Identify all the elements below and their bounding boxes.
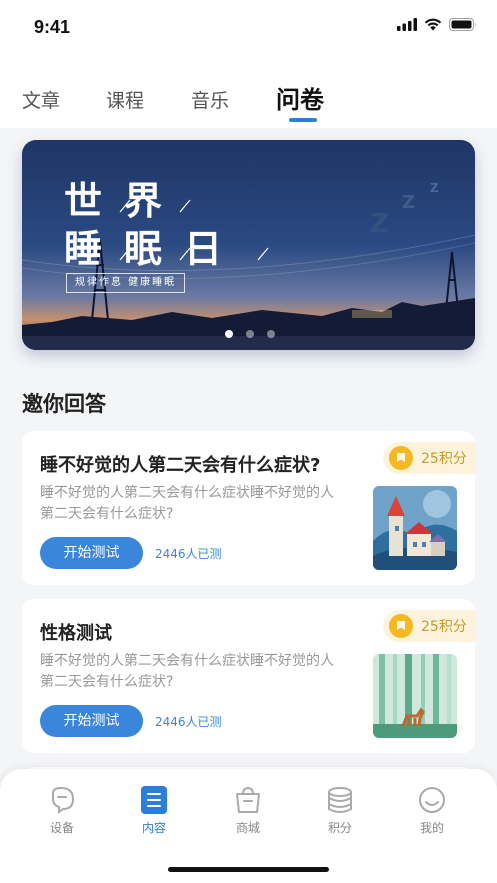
content-tabs: 文章 课程 音乐 问卷	[0, 78, 497, 128]
coin-icon	[389, 446, 413, 470]
svg-text:Z: Z	[430, 181, 439, 195]
active-tab-indicator	[289, 118, 317, 122]
banner-title-line2: 睡眠日	[64, 226, 245, 271]
cellular-signal-icon	[397, 18, 417, 31]
start-test-button[interactable]: 开始测试	[40, 537, 143, 569]
survey-description: 睡不好觉的人第二天会有什么症状睡不好觉的人第二天会有什么症状?	[40, 653, 334, 690]
nav-label: 我的	[419, 821, 444, 835]
tab-questionnaire[interactable]: 问卷	[276, 80, 324, 115]
nav-item-points[interactable]: 积分	[310, 785, 370, 836]
device-icon	[52, 786, 75, 814]
nav-label: 积分	[327, 821, 352, 835]
svg-text:Z: Z	[370, 209, 389, 239]
content-icon	[141, 786, 167, 814]
survey-card[interactable]: 性格测试 25积分 睡不好觉的人第二天会有什么症状睡不好觉的人第二天会有什么症状…	[22, 599, 475, 753]
tab-courses[interactable]: 课程	[106, 86, 144, 113]
participant-count: 2446人已测	[155, 715, 222, 729]
shop-icon	[236, 786, 260, 813]
town-illustration-icon	[373, 486, 457, 570]
battery-icon	[449, 18, 476, 31]
status-time: 9:41	[34, 17, 71, 37]
points-badge: 25积分	[383, 610, 475, 642]
survey-title: 睡不好觉的人第二天会有什么症状?	[40, 455, 321, 476]
start-test-button[interactable]: 开始测试	[40, 705, 143, 737]
nav-item-device[interactable]: 设备	[32, 785, 92, 836]
nav-label: 内容	[141, 821, 166, 835]
banner-subtitle: 规律作息 健康睡眠	[66, 273, 186, 293]
carousel-dot[interactable]	[246, 330, 254, 338]
bottom-nav: 设备 内容 商城 积分 我的	[0, 769, 497, 883]
carousel-dot[interactable]	[267, 330, 275, 338]
profile-icon	[419, 787, 445, 813]
points-value: 25积分	[421, 619, 467, 635]
points-value: 25积分	[421, 451, 467, 467]
tab-articles[interactable]: 文章	[22, 86, 60, 113]
banner-carousel[interactable]: Z Z Z 世界 睡眠日 规律作息 健康睡眠	[22, 140, 475, 350]
nav-item-content[interactable]: 内容	[124, 785, 184, 836]
tab-music[interactable]: 音乐	[191, 86, 229, 113]
participant-count: 2446人已测	[155, 547, 222, 561]
wifi-icon	[424, 18, 442, 31]
status-bar: 9:41	[0, 0, 497, 56]
carousel-dot[interactable]	[225, 330, 233, 338]
home-indicator[interactable]	[168, 867, 329, 872]
points-icon	[328, 787, 352, 813]
coin-icon	[389, 614, 413, 638]
banner-title-line1: 世界	[64, 178, 185, 223]
points-badge: 25积分	[383, 442, 475, 474]
svg-text:Z: Z	[402, 192, 415, 213]
survey-title: 性格测试	[40, 623, 112, 644]
status-icons	[397, 18, 477, 31]
nav-label: 商城	[235, 821, 260, 835]
section-title: 邀你回答	[22, 392, 106, 416]
survey-card[interactable]: 睡不好觉的人第二天会有什么症状? 25积分 睡不好觉的人第二天会有什么症状睡不好…	[22, 431, 475, 585]
nav-item-profile[interactable]: 我的	[402, 785, 462, 836]
nav-item-shop[interactable]: 商城	[218, 785, 278, 836]
forest-deer-illustration-icon	[373, 654, 457, 738]
nav-label: 设备	[49, 821, 74, 835]
carousel-dots	[225, 330, 275, 338]
survey-description: 睡不好觉的人第二天会有什么症状睡不好觉的人第二天会有什么症状?	[40, 485, 334, 522]
